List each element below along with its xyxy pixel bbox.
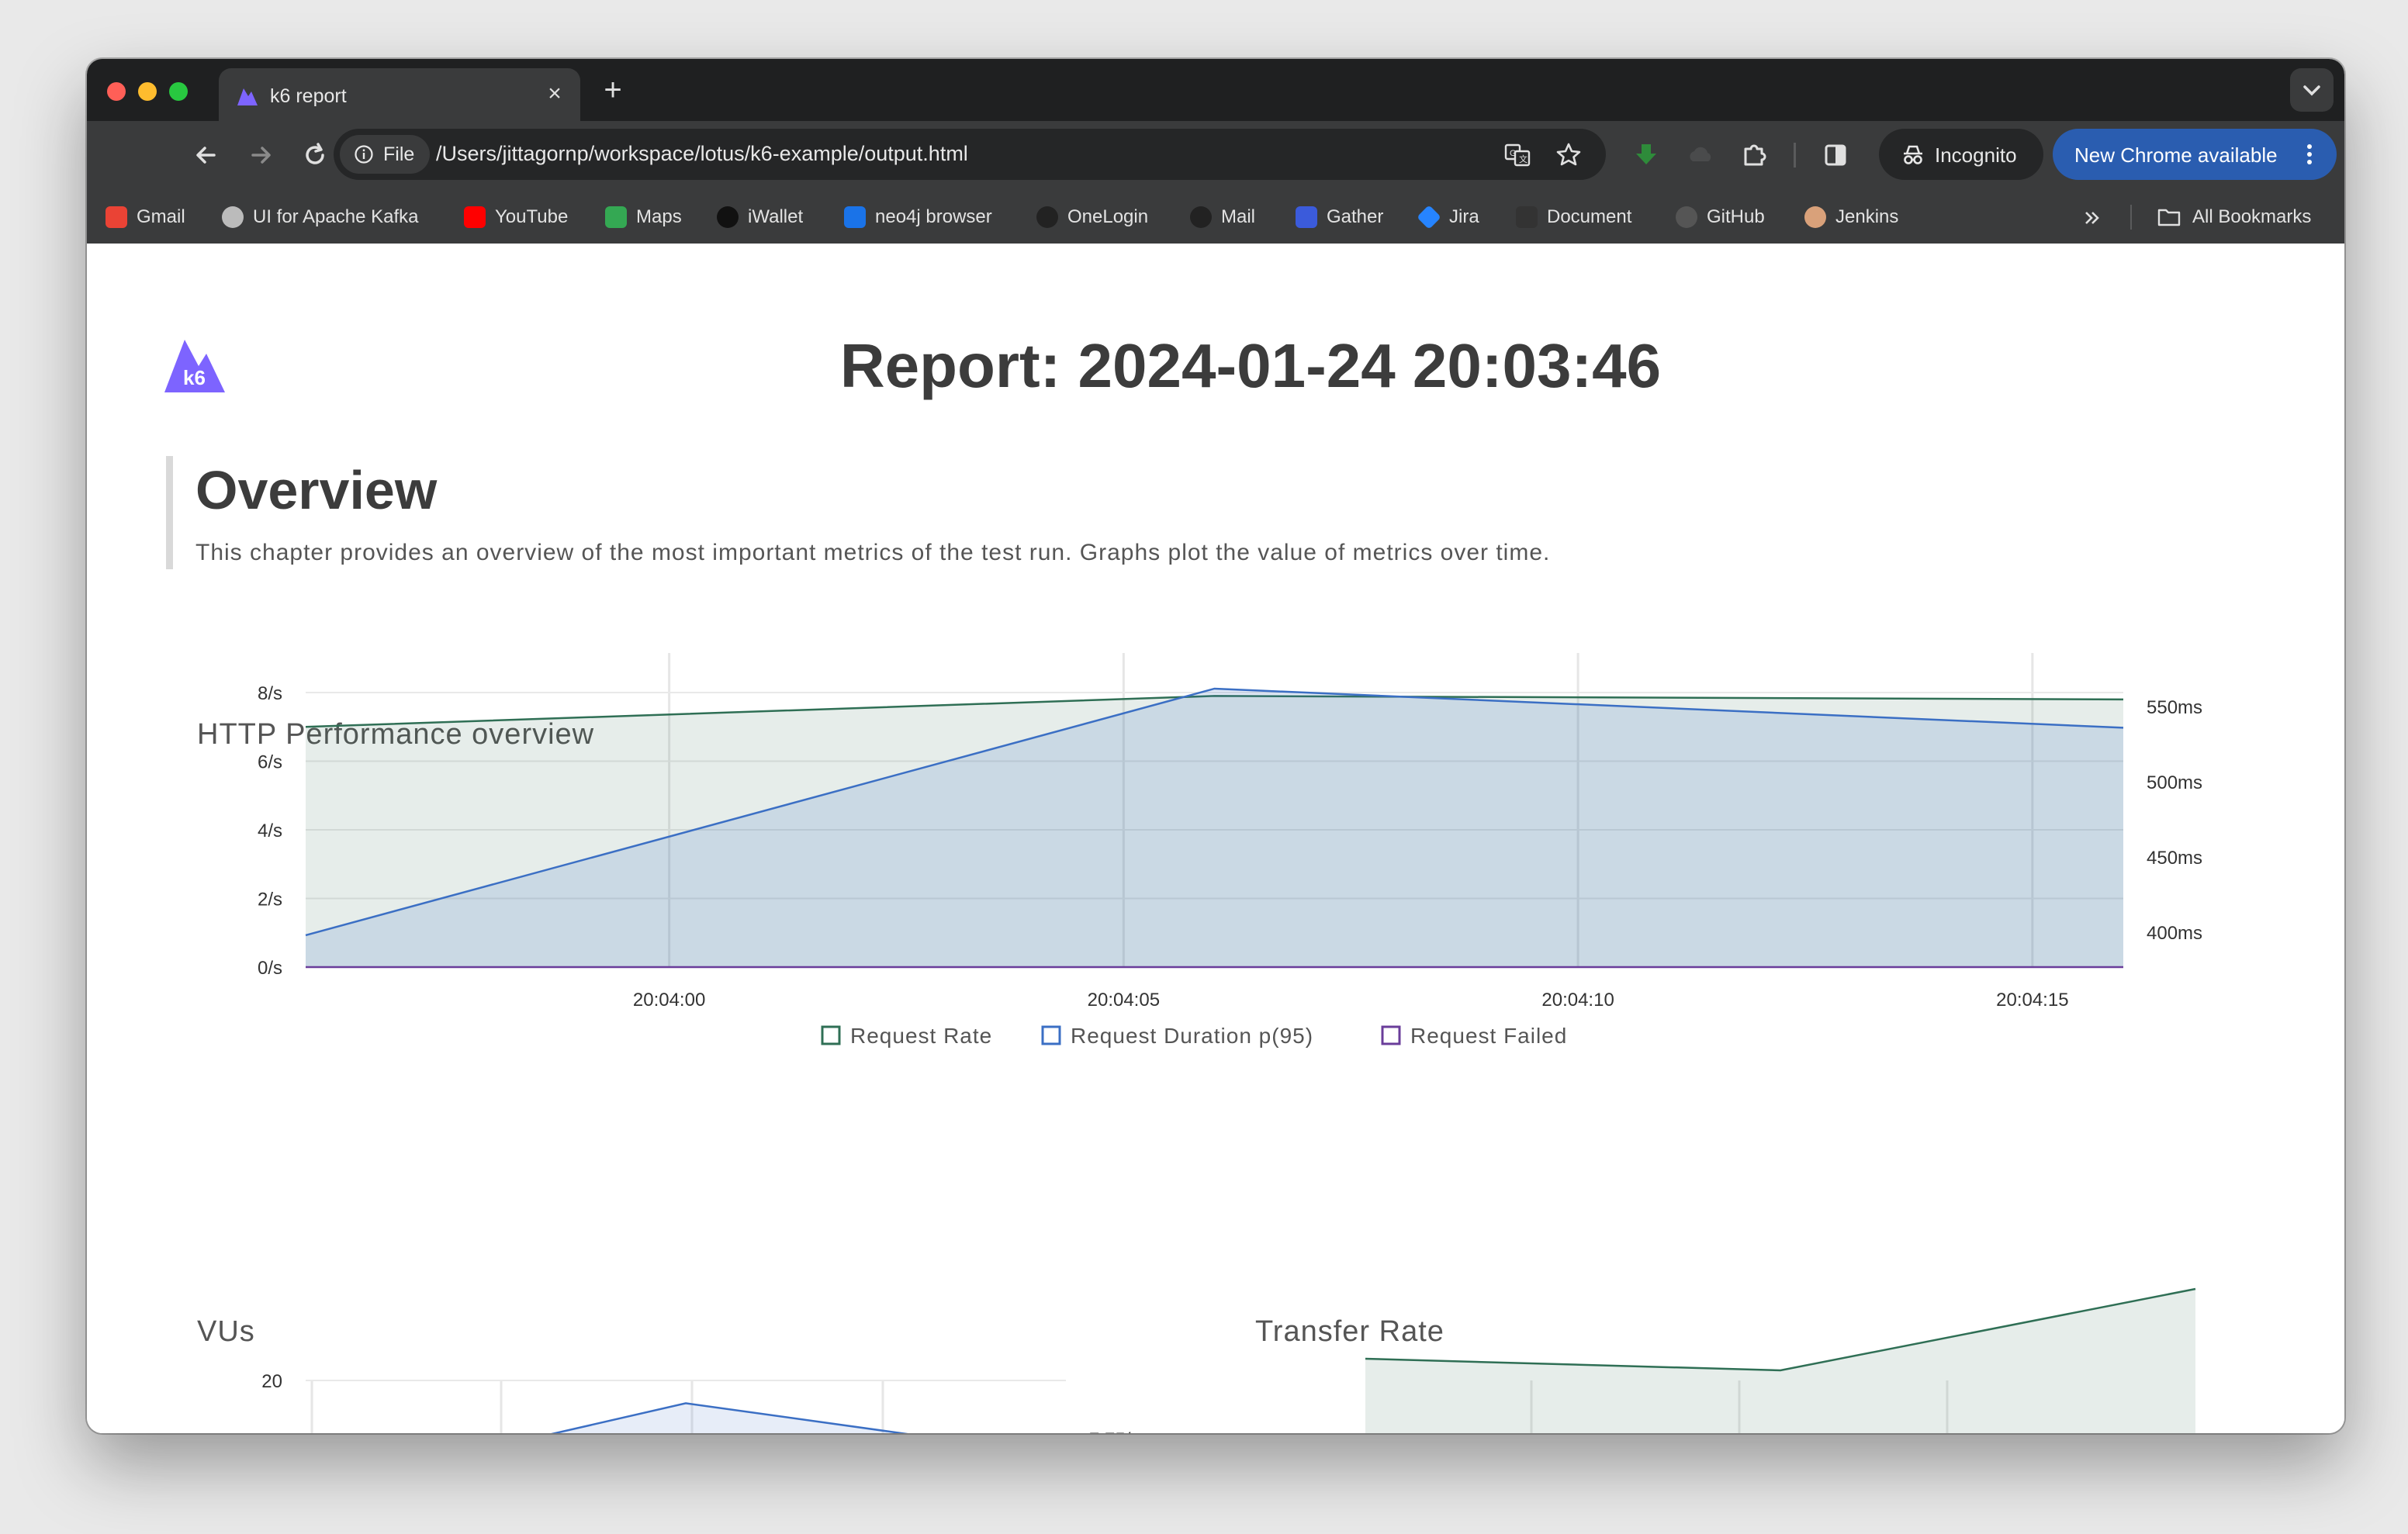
folder-icon [2157,209,2181,226]
bookmarks-divider [2130,205,2132,230]
mail-icon [1190,206,1212,228]
vus-y-tick-label: 20 [261,1371,282,1392]
terminal-icon [844,206,866,228]
jira-icon [1417,205,1441,230]
puzzle-icon[interactable] [1736,136,1773,174]
youtube-icon [464,206,486,228]
toolbar: File /Users/jittagornp/workspace/lotus/k… [87,121,2344,189]
onelogin-icon [1036,206,1058,228]
reload-icon[interactable] [296,136,334,174]
incognito-badge[interactable]: Incognito [1879,129,2043,180]
url-text[interactable]: /Users/jittagornp/workspace/lotus/k6-exa… [436,142,968,166]
bookmarks-bar: Gmail UI for Apache Kafka YouTube Maps i… [87,189,2344,244]
tab-close-icon[interactable]: × [541,81,568,107]
bookmark-star-icon[interactable] [1555,141,1583,169]
svg-text:G: G [1510,149,1517,158]
bottom-charts: 15207.75/s75 kB/s [261,1287,2196,1433]
all-bookmarks-label: All Bookmarks [2192,206,2312,227]
back-arrow-icon[interactable] [188,136,225,174]
info-icon [355,145,373,164]
vus-area [306,1403,1066,1433]
gather-icon [1296,206,1317,228]
maps-icon [605,206,627,228]
toolbar-divider [1794,143,1796,168]
tab-search-button[interactable] [2290,68,2334,112]
tab-title: k6 report [270,85,347,107]
translate-icon[interactable]: G 文 [1503,141,1531,169]
incognito-label: Incognito [1935,143,2017,167]
document-icon [1516,206,1538,228]
jenkins-icon [1804,206,1826,228]
vus-y-right-tick-label: 7.75/s [1089,1429,1140,1433]
title-bar: k6 report × + [87,59,2344,121]
download-arrow-icon[interactable] [1628,136,1665,174]
update-chrome-label: New Chrome available [2074,143,2278,167]
new-tab-button[interactable]: + [596,73,630,107]
side-panel-icon[interactable] [1817,136,1854,174]
globe-icon [222,206,244,228]
gmail-icon [106,206,127,228]
site-info-chip[interactable]: File [340,135,431,174]
browser-window: k6 report × + File /Users/jittagornp/wor… [87,59,2344,1433]
address-chip-label: File [383,143,415,165]
close-window-button[interactable] [107,82,126,101]
more-vertical-icon[interactable] [2306,143,2313,166]
extension-cloud-icon[interactable] [1682,136,1719,174]
more-bookmarks-chevron-icon[interactable] [2081,206,2104,230]
minimize-window-button[interactable] [138,82,157,101]
forward-arrow-icon[interactable] [242,136,279,174]
transfer-area [1365,1289,2195,1433]
chevron-down-icon [2303,85,2320,96]
maximize-window-button[interactable] [169,82,188,101]
incognito-icon [1904,145,1922,164]
github-icon [1676,206,1697,228]
k6-favicon-icon [237,88,258,105]
iwallet-icon [717,206,739,228]
svg-text:文: 文 [1519,154,1527,164]
update-chrome-button[interactable]: New Chrome available [2053,129,2337,180]
report-page: k6 Report: 2024-01-24 20:03:46 Overview … [87,244,2344,1433]
address-bar[interactable]: File /Users/jittagornp/workspace/lotus/k… [334,129,1606,180]
active-tab[interactable]: k6 report × [219,68,580,121]
